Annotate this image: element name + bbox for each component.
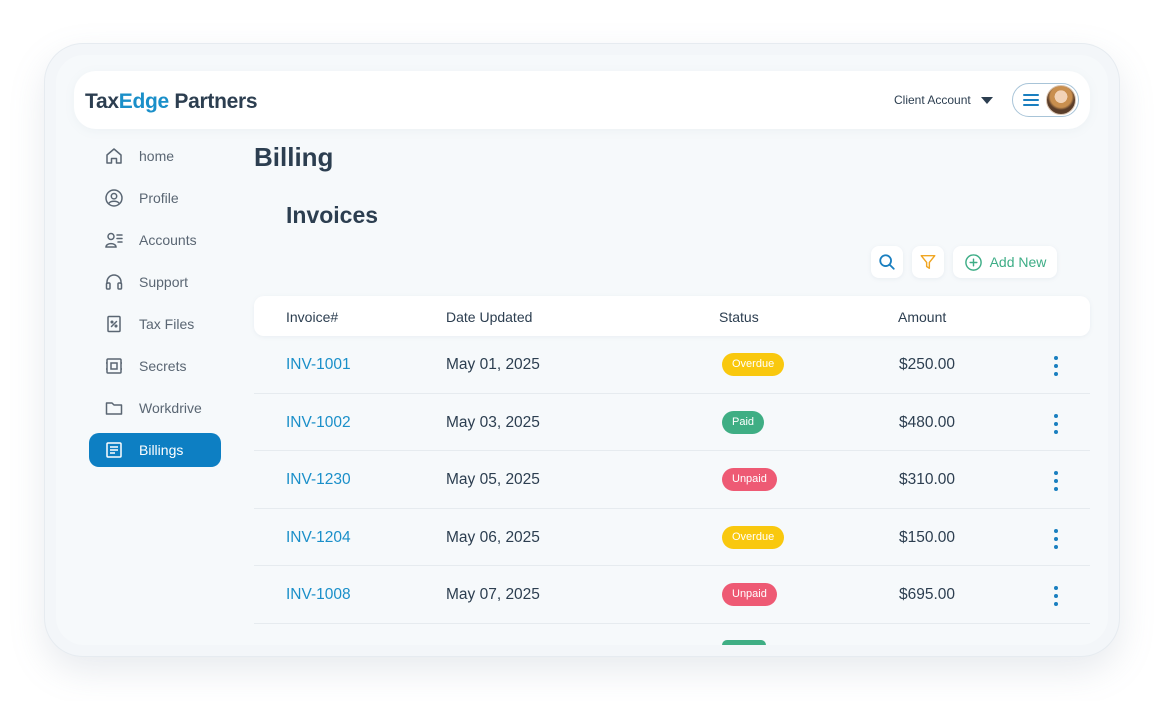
sidebar-item-label: home [139,148,175,164]
brand-logo-tax: Tax [85,90,119,113]
tax-file-icon [104,314,124,334]
filter-icon [920,254,936,270]
chevron-down-icon [980,96,993,104]
sidebar-item-label: Secrets [139,358,187,374]
table-row-partial [254,624,1090,645]
app-window: TaxEdge Partners Client Account home Pro… [56,55,1108,645]
sidebar-item-accounts[interactable]: Accounts [89,223,221,257]
section-title: Invoices [286,202,379,228]
user-circle-icon [104,188,124,208]
sidebar-item-label: Support [139,274,189,290]
amount-cell: $250.00 [899,356,956,373]
sidebar-item-billings[interactable]: Billings [89,433,221,467]
amount-cell: $480.00 [899,413,956,431]
table-row: INV-1008 May 07, 2025 Unpaid $695.00 [254,566,1090,624]
table-row: INV-1001 May 01, 2025 Overdue $250.00 [254,336,1090,394]
invoice-link[interactable]: INV-1002 [286,414,351,432]
sidebar-item-label: Workdrive [139,400,202,416]
filter-button[interactable] [912,246,944,278]
headphones-icon [104,272,124,292]
amount-cell: $695.00 [899,586,956,603]
sidebar-item-label: Accounts [139,232,197,248]
invoice-link[interactable]: INV-1230 [286,471,351,489]
sidebar-item-secrets[interactable]: Secrets [89,349,221,383]
folder-icon [104,398,124,418]
row-actions-button[interactable] [1052,528,1060,549]
sidebar-item-label: Billings [139,442,184,458]
billing-icon [104,440,124,460]
row-actions-button[interactable] [1052,471,1060,491]
brand-logo-edge: Edge [118,90,169,113]
column-header-status[interactable]: Status [719,309,759,325]
more-vertical-icon [1054,586,1058,590]
invoice-table: INV-1001 May 01, 2025 Overdue $250.00 IN… [254,336,1090,645]
sidebar-item-label: Profile [139,190,179,206]
brand-logo-partners: Partners [168,90,258,113]
status-badge: Overdue [722,353,785,376]
search-icon [879,254,895,270]
invoice-link[interactable]: INV-1008 [286,586,351,604]
status-badge-partial [722,639,766,645]
client-account-label: Client Account [894,93,971,107]
add-new-label: Add New [989,254,1047,270]
date-cell: May 05, 2025 [446,471,540,488]
date-cell: May 07, 2025 [446,586,540,603]
table-header: Invoice# Date Updated Status Amount [254,296,1090,336]
column-header-amount[interactable]: Amount [898,309,946,325]
profile-menu-button[interactable] [1012,83,1079,117]
menu-icon [1023,93,1039,107]
date-cell: May 01, 2025 [446,356,540,373]
column-header-date[interactable]: Date Updated [446,309,532,325]
vault-icon [104,356,124,376]
row-actions-button[interactable] [1052,586,1060,606]
amount-cell: $310.00 [899,471,956,488]
status-badge: Unpaid [722,583,777,606]
row-actions-button[interactable] [1052,356,1060,376]
plus-circle-icon [964,253,982,271]
table-row: INV-1230 May 05, 2025 Unpaid $310.00 [254,451,1090,509]
more-vertical-icon [1054,356,1058,360]
status-badge: Paid [722,410,765,434]
date-cell: May 06, 2025 [446,528,540,546]
sidebar-item-tax-files[interactable]: Tax Files [89,307,221,341]
table-row: INV-1002 May 03, 2025 Paid $480.00 [254,394,1090,451]
status-badge: Unpaid [722,468,777,491]
column-header-invoice[interactable]: Invoice# [286,309,338,325]
status-badge: Overdue [722,525,785,549]
client-account-dropdown[interactable]: Client Account [894,93,993,107]
sidebar-item-label: Tax Files [139,316,195,332]
sidebar-item-workdrive[interactable]: Workdrive [89,391,221,425]
invoice-link[interactable]: INV-1001 [286,356,351,374]
amount-cell: $150.00 [899,528,956,546]
search-button[interactable] [871,246,903,278]
sidebar-item-support[interactable]: Support [89,265,221,299]
page-title: Billing [254,142,334,172]
date-cell: May 03, 2025 [446,413,540,431]
brand-logo[interactable]: TaxEdge Partners [85,90,258,114]
more-vertical-icon [1054,413,1058,418]
row-actions-button[interactable] [1052,413,1060,434]
accounts-icon [104,230,124,250]
more-vertical-icon [1054,471,1058,475]
sidebar: home Profile Accounts Support Tax Files [89,139,221,475]
avatar [1046,85,1076,115]
top-bar: TaxEdge Partners Client Account [74,71,1090,129]
invoice-link[interactable]: INV-1204 [286,529,351,547]
add-new-button[interactable]: Add New [953,246,1057,278]
table-row: INV-1204 May 06, 2025 Overdue $150.00 [254,509,1090,566]
sidebar-item-home[interactable]: home [89,139,221,173]
home-icon [104,146,124,166]
more-vertical-icon [1054,528,1058,533]
sidebar-item-profile[interactable]: Profile [89,181,221,215]
